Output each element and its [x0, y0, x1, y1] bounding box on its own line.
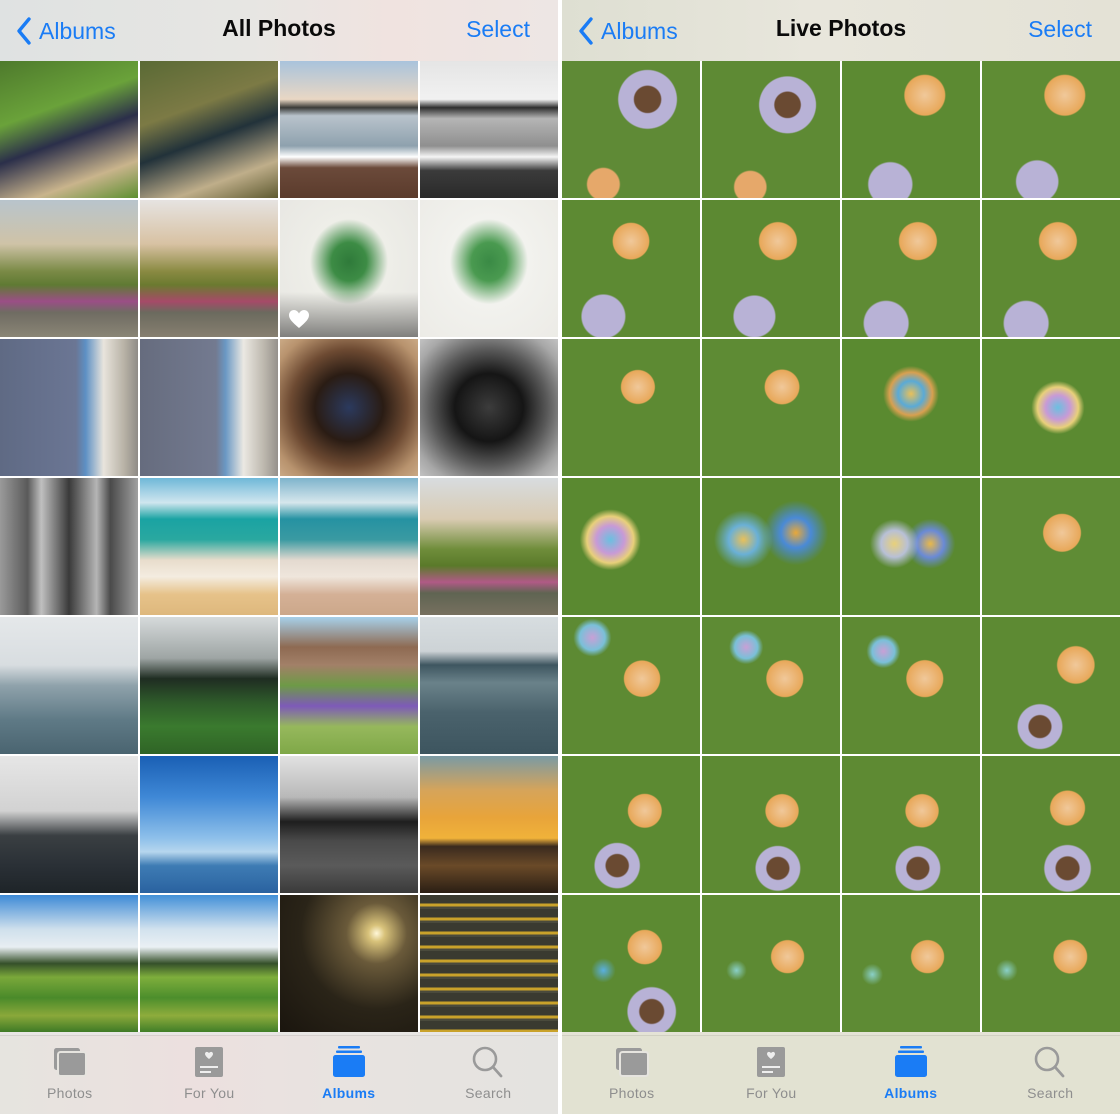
favorite-heart-icon — [289, 310, 309, 328]
tab-search[interactable]: Search — [981, 1036, 1120, 1114]
photo-thumbnail[interactable] — [562, 895, 700, 1032]
photos-stack-icon — [615, 1048, 649, 1077]
photo-thumbnail[interactable] — [842, 617, 980, 754]
photo-thumbnail[interactable] — [562, 61, 700, 198]
select-button[interactable]: Select — [466, 16, 530, 43]
select-button[interactable]: Select — [1028, 16, 1092, 43]
back-to-albums-button[interactable]: Albums — [578, 14, 678, 48]
tab-for-you[interactable]: For You — [140, 1036, 280, 1114]
photo-thumbnail[interactable] — [140, 478, 278, 615]
search-icon — [1034, 1046, 1065, 1078]
tab-label: Search — [1027, 1085, 1074, 1101]
tab-label: Photos — [609, 1085, 655, 1101]
photo-thumbnail[interactable] — [842, 200, 980, 337]
photo-thumbnail[interactable] — [562, 617, 700, 754]
photo-thumbnail[interactable] — [702, 617, 840, 754]
photo-thumbnail[interactable] — [702, 339, 840, 476]
photo-grid — [0, 61, 558, 1032]
tab-albums[interactable]: Albums — [279, 1036, 419, 1114]
photo-thumbnail[interactable] — [702, 61, 840, 198]
chevron-left-icon — [17, 17, 31, 45]
all-photos-screen: Albums All Photos Select Photos For You Al… — [0, 0, 558, 1114]
back-label: Albums — [601, 17, 678, 44]
photo-thumbnail[interactable] — [842, 478, 980, 615]
photo-thumbnail[interactable] — [982, 756, 1120, 893]
photo-thumbnail[interactable] — [420, 339, 558, 476]
photo-thumbnail[interactable] — [562, 756, 700, 893]
tab-label: Search — [465, 1085, 512, 1101]
tab-for-you[interactable]: For You — [702, 1036, 842, 1114]
tab-bar: Photos For You Albums Search — [562, 1035, 1120, 1114]
photo-thumbnail[interactable] — [280, 756, 418, 893]
tab-photos[interactable]: Photos — [562, 1036, 702, 1114]
photo-thumbnail[interactable] — [562, 200, 700, 337]
back-label: Albums — [39, 17, 116, 44]
photo-thumbnail[interactable] — [702, 200, 840, 337]
photo-thumbnail[interactable] — [420, 61, 558, 198]
tab-label: For You — [746, 1085, 797, 1101]
photo-thumbnail[interactable] — [842, 339, 980, 476]
photo-thumbnail[interactable] — [140, 61, 278, 198]
photo-thumbnail[interactable] — [0, 895, 138, 1032]
photo-thumbnail[interactable] — [140, 200, 278, 337]
albums-folder-icon — [332, 1046, 365, 1077]
photo-thumbnail[interactable] — [842, 61, 980, 198]
photo-thumbnail[interactable] — [982, 895, 1120, 1032]
tab-label: Albums — [322, 1085, 376, 1101]
photo-thumbnail[interactable] — [702, 756, 840, 893]
photo-thumbnail[interactable] — [982, 617, 1120, 754]
back-to-albums-button[interactable]: Albums — [16, 14, 116, 48]
navigation-bar: Albums Live Photos Select — [562, 0, 1120, 61]
photo-thumbnail[interactable] — [0, 61, 138, 198]
albums-folder-icon — [894, 1046, 927, 1077]
photo-thumbnail[interactable] — [702, 895, 840, 1032]
photo-thumbnail[interactable] — [280, 478, 418, 615]
photo-thumbnail[interactable] — [140, 339, 278, 476]
photo-thumbnail[interactable] — [420, 895, 558, 1032]
tab-label: Albums — [884, 1085, 938, 1101]
photo-thumbnail[interactable] — [0, 339, 138, 476]
photo-thumbnail[interactable] — [982, 478, 1120, 615]
chevron-left-icon — [579, 17, 593, 45]
photo-thumbnail[interactable] — [0, 478, 138, 615]
photo-thumbnail[interactable] — [140, 756, 278, 893]
photo-thumbnail[interactable] — [280, 200, 418, 337]
tab-bar: Photos For You Albums Search — [0, 1035, 558, 1114]
photo-thumbnail[interactable] — [0, 617, 138, 754]
photo-thumbnail[interactable] — [280, 339, 418, 476]
photo-thumbnail[interactable] — [982, 200, 1120, 337]
navigation-bar: Albums All Photos Select — [0, 0, 558, 61]
photos-stack-icon — [53, 1048, 87, 1077]
photo-thumbnail[interactable] — [280, 617, 418, 754]
search-icon — [472, 1046, 503, 1078]
photo-thumbnail[interactable] — [140, 895, 278, 1032]
photo-thumbnail[interactable] — [702, 478, 840, 615]
photo-thumbnail[interactable] — [420, 478, 558, 615]
photo-thumbnail[interactable] — [982, 61, 1120, 198]
for-you-card-icon — [757, 1047, 786, 1077]
photo-thumbnail[interactable] — [420, 617, 558, 754]
photo-thumbnail[interactable] — [842, 756, 980, 893]
photo-thumbnail[interactable] — [0, 756, 138, 893]
tab-albums[interactable]: Albums — [841, 1036, 981, 1114]
tab-photos[interactable]: Photos — [0, 1036, 140, 1114]
photo-thumbnail[interactable] — [280, 61, 418, 198]
photo-thumbnail[interactable] — [842, 895, 980, 1032]
photo-thumbnail[interactable] — [420, 756, 558, 893]
photo-thumbnail[interactable] — [0, 200, 138, 337]
photo-grid — [562, 61, 1120, 1032]
for-you-card-icon — [195, 1047, 224, 1077]
photo-thumbnail[interactable] — [562, 339, 700, 476]
photo-thumbnail[interactable] — [562, 478, 700, 615]
tab-label: Photos — [47, 1085, 93, 1101]
tab-label: For You — [184, 1085, 235, 1101]
photo-thumbnail[interactable] — [982, 339, 1120, 476]
tab-search[interactable]: Search — [419, 1036, 559, 1114]
photo-thumbnail[interactable] — [280, 895, 418, 1032]
photo-thumbnail[interactable] — [420, 200, 558, 337]
live-photos-screen: Albums Live Photos Select Photos For You A… — [562, 0, 1120, 1114]
photo-thumbnail[interactable] — [140, 617, 278, 754]
